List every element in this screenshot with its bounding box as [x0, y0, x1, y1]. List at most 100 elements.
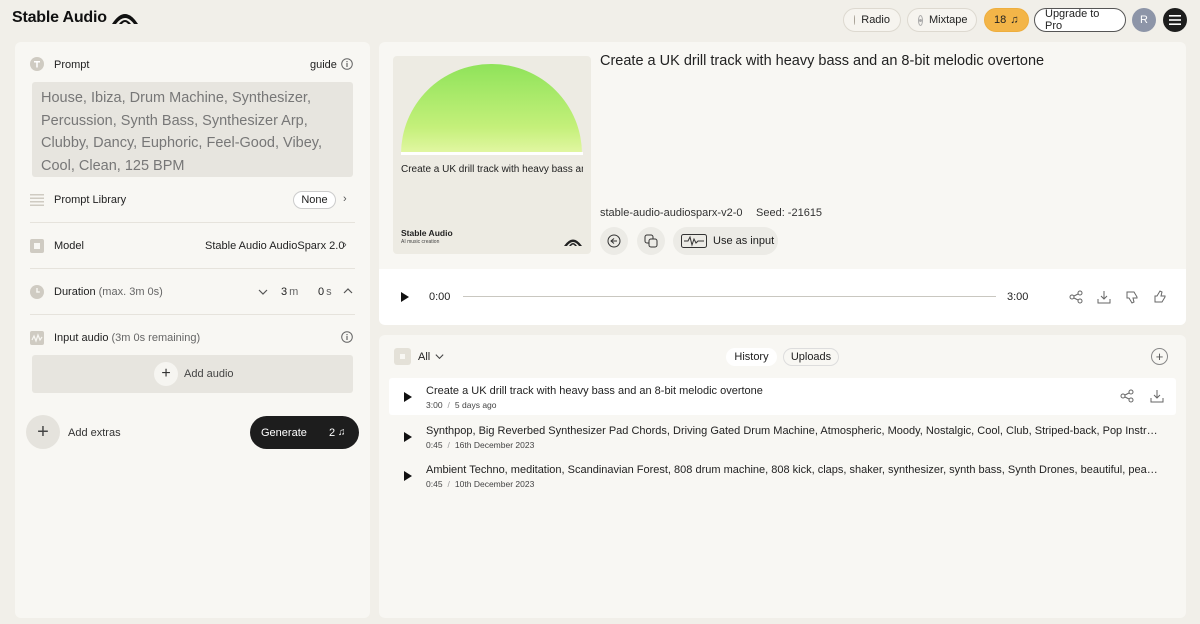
cover-divider [401, 152, 583, 155]
divider [30, 314, 355, 315]
history-duration: 0:45 [426, 440, 443, 450]
player-card: Create a UK drill track with heavy bass … [379, 42, 1186, 325]
use-as-input-button[interactable]: Use as input [673, 227, 778, 255]
radio-button[interactable]: Radio [843, 8, 901, 32]
add-audio-button[interactable]: + Add audio [32, 355, 353, 393]
tab-history[interactable]: History [726, 348, 777, 366]
divider [30, 268, 355, 269]
audio-player: 0:00 3:00 [379, 269, 1186, 325]
download-icon[interactable] [1150, 389, 1164, 403]
input-audio-label: Input audio (3m 0s remaining) [54, 332, 200, 344]
copy-icon [644, 234, 658, 248]
stable-audio-logo[interactable]: Stable Audio [12, 9, 139, 27]
total-time: 3:00 [1007, 291, 1029, 303]
list-icon [30, 194, 44, 206]
minutes-value: 3 [281, 286, 288, 298]
seed-value: Seed: -21615 [756, 207, 823, 219]
history-date: 16th December 2023 [454, 440, 535, 450]
chevron-down-icon[interactable] [257, 286, 269, 298]
history-card: All History Uploads + Create a UK drill … [379, 335, 1186, 618]
guide-link[interactable]: guide [310, 59, 337, 71]
prompt-library-label: Prompt Library [54, 194, 127, 206]
use-as-input-label: Use as input [713, 235, 775, 247]
current-time: 0:00 [429, 291, 451, 303]
chevron-down-icon[interactable] [434, 351, 445, 362]
play-icon[interactable] [404, 392, 412, 402]
mixtape-button[interactable]: Mixtape [907, 8, 977, 32]
add-extras-button[interactable]: + [26, 415, 60, 449]
duration-hint: (max. 3m 0s) [98, 286, 163, 298]
prompt-library-select[interactable]: None [293, 191, 336, 209]
model-id: stable-audio-audiosparx-v2-0 [600, 207, 743, 219]
radio-label: Radio [861, 14, 890, 26]
all-filter-icon[interactable] [394, 348, 411, 365]
history-meta: 0:45/10th December 2023 [426, 479, 535, 489]
history-duration: 0:45 [426, 479, 443, 489]
thumbs-down-icon[interactable] [1125, 290, 1139, 304]
history-date: 10th December 2023 [454, 479, 535, 489]
play-icon[interactable] [401, 292, 409, 302]
tab-uploads-label: Uploads [790, 351, 832, 363]
history-row[interactable]: Ambient Techno, meditation, Scandinavian… [389, 457, 1176, 494]
history-row[interactable]: Create a UK drill track with heavy bass … [389, 378, 1176, 415]
chevron-up-icon[interactable] [342, 285, 354, 297]
mixtape-label: Mixtape [929, 14, 968, 26]
seek-bar[interactable] [463, 296, 996, 297]
add-extras-label[interactable]: Add extras [68, 427, 121, 439]
copy-button[interactable] [637, 227, 665, 255]
grid-icon [400, 354, 405, 359]
avatar[interactable]: R [1132, 8, 1156, 32]
avatar-initial: R [1140, 14, 1148, 26]
duration-minutes[interactable]: 3m [281, 286, 298, 298]
radio-dot-icon [854, 15, 856, 25]
history-meta: 0:45/16th December 2023 [426, 440, 535, 450]
input-audio-hint: (3m 0s remaining) [111, 332, 201, 344]
upgrade-button[interactable]: Upgrade to Pro [1034, 8, 1126, 32]
seconds-unit: s [326, 286, 332, 298]
minutes-unit: m [289, 286, 299, 298]
play-icon[interactable] [404, 471, 412, 481]
menu-button[interactable] [1163, 8, 1187, 32]
model-box-icon [30, 239, 44, 253]
share-icon[interactable] [1120, 389, 1134, 403]
logo-arches-icon [111, 14, 138, 24]
duration-seconds[interactable]: 0s [318, 286, 332, 298]
plus-icon: + [37, 420, 49, 443]
thumbs-up-icon[interactable] [1153, 290, 1167, 304]
download-icon[interactable] [1097, 290, 1111, 304]
plus-icon: + [1155, 349, 1164, 364]
generate-button[interactable]: Generate 2 ♫ [250, 416, 359, 449]
tab-history-label: History [734, 351, 769, 363]
all-filter-label[interactable]: All [418, 351, 430, 363]
seconds-value: 0 [318, 286, 325, 298]
credits-badge[interactable]: 18 ♫ [984, 8, 1029, 32]
play-icon[interactable] [404, 432, 412, 442]
info-icon[interactable] [341, 58, 353, 70]
info-icon[interactable] [341, 331, 353, 343]
add-upload-button[interactable]: + [1151, 348, 1168, 365]
history-row[interactable]: Synthpop, Big Reverbed Synthesizer Pad C… [389, 418, 1176, 455]
add-audio-label: Add audio [184, 368, 234, 380]
create-panel: Prompt guide House, Ibiza, Drum Machine,… [15, 42, 370, 618]
logo-text: Stable Audio [12, 9, 107, 26]
generate-label: Generate [261, 426, 307, 439]
model-value[interactable]: Stable Audio AudioSparx 2.0 [205, 240, 344, 252]
clock-icon [30, 285, 44, 299]
chevron-right-icon[interactable]: › [343, 239, 347, 251]
upgrade-label: Upgrade to Pro [1045, 8, 1100, 32]
history-title: Create a UK drill track with heavy bass … [426, 385, 763, 397]
reuse-settings-button[interactable] [600, 227, 628, 255]
prompt-input[interactable]: House, Ibiza, Drum Machine, Synthesizer,… [32, 82, 353, 177]
chevron-right-icon[interactable]: › [343, 193, 347, 205]
divider [30, 222, 355, 223]
prompt-label: Prompt [54, 59, 90, 71]
generate-cost: 2 [329, 426, 336, 439]
cover-logo-icon [564, 239, 582, 246]
share-icon[interactable] [1069, 290, 1083, 304]
cover-brand: Stable Audio [401, 228, 453, 238]
cover-sun-graphic [401, 64, 582, 154]
music-note-icon: ♫ [338, 427, 346, 438]
track-title: Create a UK drill track with heavy bass … [600, 53, 1045, 69]
tab-uploads[interactable]: Uploads [783, 348, 839, 366]
mixtape-disc-icon [918, 14, 923, 26]
